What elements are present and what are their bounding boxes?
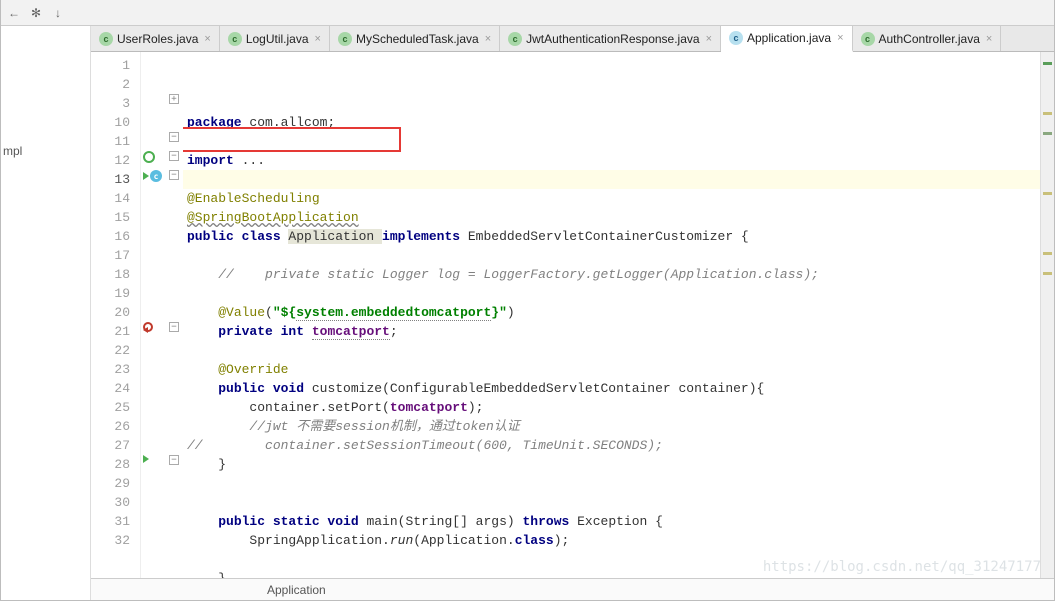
line-number-gutter: 1 2 3 10 11 12 13 14 15 16 17 18 19 20 2… xyxy=(91,52,141,578)
close-icon[interactable]: × xyxy=(837,32,843,44)
tab-application[interactable]: c Application.java × xyxy=(721,26,853,52)
tab-label: AuthController.java xyxy=(879,32,980,46)
close-icon[interactable]: × xyxy=(706,33,712,45)
annotation-highlight-box xyxy=(183,127,401,152)
scroll-marker xyxy=(1043,132,1052,135)
spring-bean-icon[interactable] xyxy=(143,151,155,163)
fold-collapse-icon[interactable]: − xyxy=(169,322,179,332)
toolbar: ← ✻ ↓ xyxy=(1,0,1054,26)
run-marker-icon[interactable]: c xyxy=(143,170,162,182)
run-main-icon[interactable] xyxy=(143,455,149,463)
current-line-highlight xyxy=(183,170,1040,189)
tab-label: MyScheduledTask.java xyxy=(356,32,479,46)
tab-label: JwtAuthenticationResponse.java xyxy=(526,32,699,46)
scroll-marker xyxy=(1043,112,1052,115)
scroll-marker xyxy=(1043,192,1052,195)
java-class-icon: c xyxy=(508,32,522,46)
project-sidebar: mpl xyxy=(1,26,91,600)
fold-collapse-icon[interactable]: − xyxy=(169,151,179,161)
java-class-icon: c xyxy=(861,32,875,46)
close-icon[interactable]: × xyxy=(986,33,992,45)
close-icon[interactable]: × xyxy=(485,33,491,45)
java-class-icon: c xyxy=(99,32,113,46)
tab-jwtauthresponse[interactable]: c JwtAuthenticationResponse.java × xyxy=(500,26,721,51)
fold-collapse-icon[interactable]: − xyxy=(169,170,179,180)
tab-logutil[interactable]: c LogUtil.java × xyxy=(220,26,330,51)
back-icon[interactable]: ← xyxy=(5,4,23,22)
scroll-marker xyxy=(1043,62,1052,65)
breadcrumb[interactable]: Application xyxy=(267,583,326,597)
tab-authcontroller[interactable]: c AuthController.java × xyxy=(853,26,1002,51)
gear-icon[interactable]: ✻ xyxy=(27,4,45,22)
tab-userroles[interactable]: c UserRoles.java × xyxy=(91,26,220,51)
tab-label: UserRoles.java xyxy=(117,32,198,46)
tab-label: Application.java xyxy=(747,31,831,45)
java-class-icon: c xyxy=(228,32,242,46)
scrollbar-track[interactable] xyxy=(1040,52,1054,578)
apply-icon[interactable]: ↓ xyxy=(49,4,67,22)
fold-expand-icon[interactable]: + xyxy=(169,94,179,104)
scroll-marker xyxy=(1043,272,1052,275)
tab-myscheduledtask[interactable]: c MyScheduledTask.java × xyxy=(330,26,500,51)
close-icon[interactable]: × xyxy=(315,33,321,45)
java-class-icon: c xyxy=(729,31,743,45)
fold-collapse-icon[interactable]: − xyxy=(169,132,179,142)
override-marker-icon[interactable] xyxy=(143,322,153,332)
editor-tabs: c UserRoles.java × c LogUtil.java × c My… xyxy=(91,26,1054,52)
fold-collapse-icon[interactable]: − xyxy=(169,455,179,465)
code-editor[interactable]: package com.allcom; import ... @EnableSc… xyxy=(183,52,1040,578)
fold-gutter: + − − − − − xyxy=(165,52,183,578)
tab-label: LogUtil.java xyxy=(246,32,309,46)
scroll-marker xyxy=(1043,252,1052,255)
gutter-markers: c xyxy=(141,52,165,578)
java-class-icon: c xyxy=(338,32,352,46)
breadcrumb-bar: Application xyxy=(91,578,1054,600)
close-icon[interactable]: × xyxy=(204,33,210,45)
sidebar-truncated-label: mpl xyxy=(3,144,22,158)
